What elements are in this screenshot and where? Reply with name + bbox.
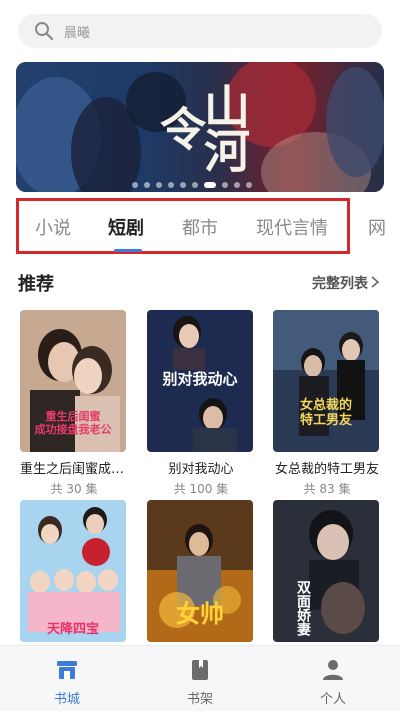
cover-caption: 双面娇妻	[295, 580, 311, 636]
drama-cover: 女帅	[147, 500, 253, 642]
cover-caption: 天降四宝	[46, 622, 99, 637]
tab-short-drama[interactable]: 短剧	[108, 214, 144, 240]
drama-cover: 别对我动心	[147, 310, 253, 452]
tab-urban[interactable]: 都市	[182, 214, 218, 240]
nav-label: 书架	[186, 692, 213, 707]
search-icon	[35, 22, 54, 41]
bookshelf-icon	[192, 660, 208, 680]
drama-card[interactable]: 重生后闺蜜 成功接盘我老公 重生之后闺蜜成功接盘我老公 共 30 集	[20, 310, 128, 497]
cover-caption: 女帅	[176, 599, 224, 628]
banner-title: 山河令	[153, 83, 251, 171]
drama-card[interactable]: 女帅	[147, 500, 255, 642]
active-tab-indicator	[114, 249, 142, 252]
tab-web[interactable]: 网	[368, 214, 386, 240]
promo-banner[interactable]: 山河令	[16, 62, 384, 192]
category-tabs: 小说 短剧 都市 现代言情 网	[0, 198, 400, 258]
full-list-link[interactable]: 完整列表	[312, 273, 368, 293]
episode-count: 共 30 集	[50, 482, 98, 496]
drama-card[interactable]: 女总裁的 特工男友 女总裁的特工男友 共 83 集	[273, 310, 381, 497]
drama-title: 别对我动心	[168, 462, 234, 477]
tab-novel[interactable]: 小说	[35, 214, 71, 240]
search-bar[interactable]: 晨曦	[18, 14, 382, 48]
nav-label: 个人	[319, 692, 346, 707]
episode-count: 共 83 集	[303, 482, 351, 496]
chevron-right-icon[interactable]	[370, 276, 380, 288]
nav-label: 书城	[53, 692, 80, 707]
section-title: 推荐	[18, 274, 54, 295]
nav-store[interactable]: 书城	[27, 658, 107, 707]
cover-caption: 别对我动心	[162, 370, 238, 388]
drama-card[interactable]: 天降四宝	[20, 500, 128, 642]
drama-cover: 双面娇妻	[273, 500, 379, 642]
cover-caption: 重生后闺蜜 成功接盘我老公	[34, 410, 112, 436]
drama-title: 重生之后闺蜜成功接盘我老公	[20, 462, 128, 477]
person-icon	[323, 660, 343, 680]
cover-caption: 女总裁的 特工男友	[299, 398, 352, 428]
drama-card[interactable]: 别对我动心 别对我动心 共 100 集	[147, 310, 255, 497]
drama-cover: 天降四宝	[20, 500, 126, 642]
store-icon	[57, 661, 77, 679]
drama-card[interactable]: 双面娇妻	[273, 500, 381, 642]
episode-count: 共 100 集	[173, 482, 229, 496]
bottom-nav: 书城 书架 个人	[0, 645, 400, 711]
drama-cover: 重生后闺蜜 成功接盘我老公	[20, 310, 126, 452]
search-placeholder: 晨曦	[64, 25, 91, 41]
nav-profile[interactable]: 个人	[293, 658, 373, 707]
nav-bookshelf[interactable]: 书架	[160, 658, 240, 707]
banner-pagination	[132, 182, 252, 188]
tab-modern-romance[interactable]: 现代言情	[256, 214, 328, 240]
drama-title: 女总裁的特工男友	[274, 462, 379, 477]
drama-cover: 女总裁的 特工男友	[273, 310, 379, 452]
